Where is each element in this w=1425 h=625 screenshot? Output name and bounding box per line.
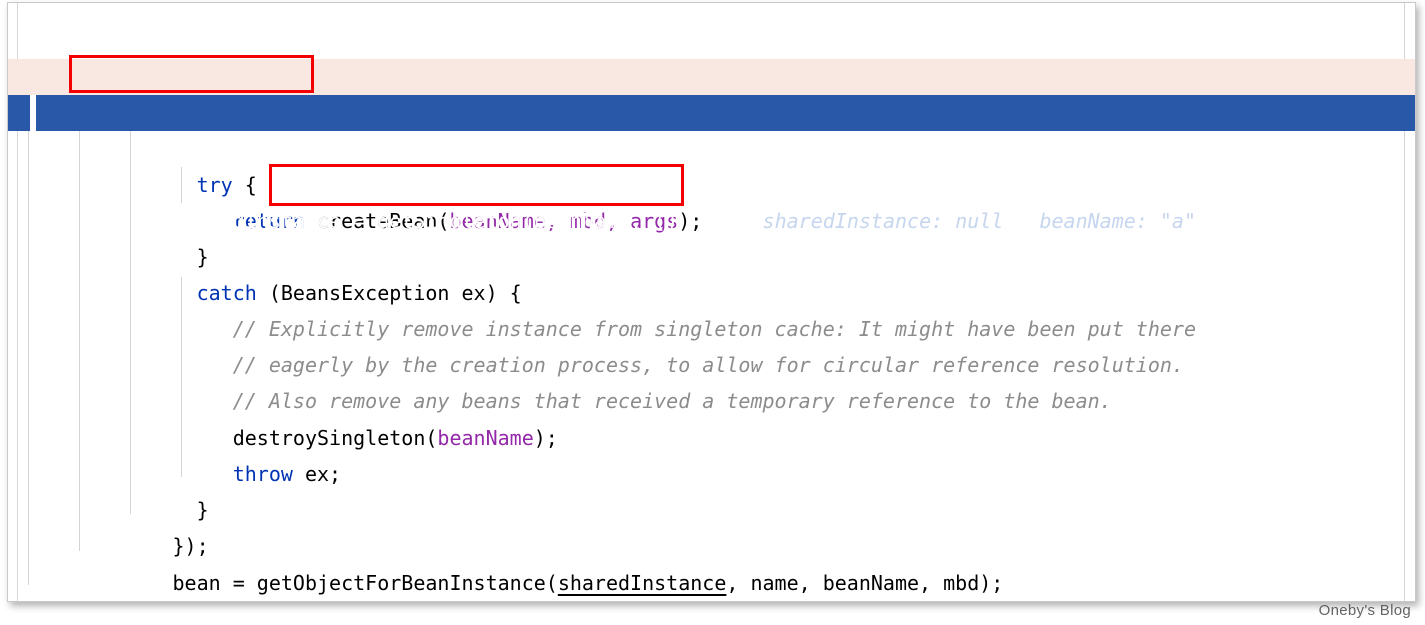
code-line-throw-ex[interactable]: throw ex; [8, 420, 1415, 486]
inline-hint-shared-instance: sharedInstance: null beanName: "a" [762, 209, 1197, 233]
shared-assign-tail: = getSingleton(beanName, () -> { [341, 209, 739, 233]
code-line-lambda-close[interactable]: }); [8, 492, 1415, 558]
screenshot-root: // Create bean instance. if (mbd.isSingl… [0, 0, 1425, 625]
code-line-method-close-brace[interactable]: } [8, 566, 1415, 601]
watermark: Oneby's Blog [1318, 602, 1411, 619]
selection-left-band [18, 95, 30, 131]
token-shared-instance[interactable]: sharedInstance [173, 209, 342, 233]
spacer-sel-hint [738, 209, 762, 233]
code-line-comment-explicitly-remove[interactable]: // Explicitly remove instance from singl… [8, 275, 1415, 341]
code-lines-container[interactable]: // Create bean instance. if (mbd.isSingl… [8, 3, 1415, 601]
code-line-comment-create-bean[interactable]: // Create bean instance. [8, 23, 1415, 89]
code-line-comment-also-remove[interactable]: // Also remove any beans that received a… [8, 347, 1415, 413]
code-editor-panel[interactable]: // Create bean instance. if (mbd.isSingl… [7, 2, 1416, 602]
code-line-get-object-for-bean-instance[interactable]: bean = getObjectForBeanInstance(sharedIn… [8, 529, 1415, 595]
code-line-comment-eagerly[interactable]: // eagerly by the creation process, to a… [8, 311, 1415, 377]
code-line-shared-instance-assign[interactable]: sharedInstance = getSingleton(beanName, … [8, 95, 1415, 233]
code-line-catch[interactable]: catch (BeansException ex) { [8, 239, 1415, 305]
code-line-if-is-singleton[interactable]: if (mbd.isSingleton()) { mbd: "Root bean… [8, 59, 1415, 125]
selection-gutter-gap [30, 95, 36, 131]
code-line-try[interactable]: try { [8, 131, 1415, 197]
selection-indent [124, 209, 172, 233]
code-line-catch-close-brace[interactable]: } [8, 456, 1415, 522]
code-line-destroy-singleton[interactable]: destroySingleton(beanName); [8, 384, 1415, 450]
code-line-return-create-bean[interactable]: return createBean(beanName, mbd, args); [8, 167, 1415, 233]
